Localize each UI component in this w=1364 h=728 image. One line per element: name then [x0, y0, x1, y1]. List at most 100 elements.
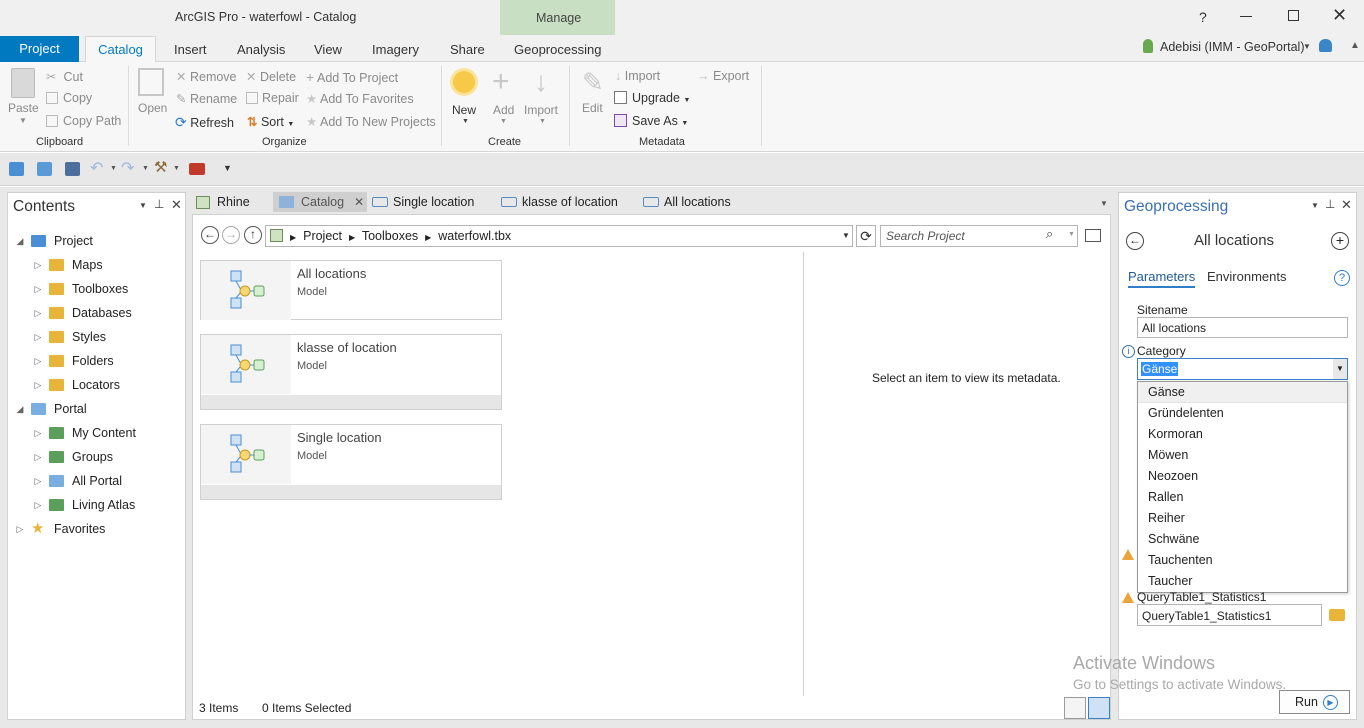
collapse-arrow-icon[interactable]: ▷ [33, 308, 43, 319]
notification-bell-icon[interactable] [1319, 39, 1332, 52]
user-dropdown-icon[interactable]: ▼ [1303, 42, 1311, 51]
undo-icon[interactable]: ↶ [90, 158, 103, 178]
info-icon[interactable]: i [1122, 345, 1135, 358]
forward-button[interactable]: → [222, 226, 240, 244]
tab-project[interactable]: Project [0, 36, 79, 62]
add-to-new-projects-button[interactable]: ★ Add To New Projects [306, 114, 436, 129]
category-option[interactable]: Tauchenten [1138, 550, 1347, 571]
open-project-icon[interactable] [37, 162, 52, 176]
run-button[interactable]: Run ▶ [1279, 690, 1350, 714]
tree-item-toolboxes[interactable]: ▷ Toolboxes [33, 278, 129, 300]
ribbon-collapse-icon[interactable]: ▲ [1350, 40, 1360, 51]
tab-insert[interactable]: Insert [174, 42, 207, 57]
new-project-icon[interactable] [9, 162, 24, 176]
maximize-button[interactable] [1288, 10, 1299, 21]
tree-item-locators[interactable]: ▷ Locators [33, 374, 120, 396]
tree-item-folders[interactable]: ▷ Folders [33, 350, 114, 372]
catalog-item-card[interactable]: Single location Model [200, 424, 502, 500]
tree-item-maps[interactable]: ▷ Maps [33, 254, 103, 276]
refresh-button[interactable]: ⟳ Refresh [175, 114, 234, 131]
collapse-arrow-icon[interactable]: ▷ [33, 284, 43, 295]
tree-item-databases[interactable]: ▷ Databases [33, 302, 132, 324]
view-tab-single-location[interactable]: Single location [372, 192, 474, 212]
tab-environments[interactable]: Environments [1207, 269, 1286, 284]
help-icon[interactable]: ? [1334, 270, 1350, 286]
redo-dropdown-icon[interactable]: ▼ [142, 165, 149, 172]
close-tab-icon[interactable]: ✕ [354, 195, 364, 209]
category-option[interactable]: Reiher [1138, 508, 1347, 529]
view-tab-rhine[interactable]: Rhine [196, 192, 250, 212]
collapse-arrow-icon[interactable]: ▷ [33, 452, 43, 463]
collapse-arrow-icon[interactable]: ▷ [33, 500, 43, 511]
undo-dropdown-icon[interactable]: ▼ [110, 165, 117, 172]
catalog-item-card[interactable]: klasse of location Model [200, 334, 502, 410]
add-button[interactable]: + Add ▼ [490, 66, 520, 128]
breadcrumb-project[interactable]: Project [303, 229, 342, 243]
customize-toolbar-icon[interactable]: ▼ [223, 163, 232, 173]
pane-menu-icon[interactable]: ▼ [1311, 201, 1319, 210]
category-option[interactable]: Möwen [1138, 445, 1347, 466]
hammer-dropdown-icon[interactable]: ▼ [173, 165, 180, 172]
tree-item-portal[interactable]: ◢ Portal [15, 398, 87, 420]
back-button[interactable]: ← [201, 226, 219, 244]
import-button[interactable]: ↓ Import ▼ [524, 66, 564, 128]
pane-menu-icon[interactable]: ▼ [139, 201, 147, 210]
save-as-button[interactable]: Save As ▼ [614, 114, 688, 128]
up-button[interactable]: ↑ [244, 226, 262, 244]
add-tool-button[interactable]: + [1331, 232, 1349, 250]
copy-button[interactable]: Copy [46, 91, 92, 105]
remove-button[interactable]: ✕ Remove [176, 69, 237, 84]
tab-geoprocessing[interactable]: Geoprocessing [514, 42, 601, 57]
collapse-arrow-icon[interactable]: ▷ [33, 260, 43, 271]
details-panel-toggle-icon[interactable] [1085, 229, 1101, 242]
tree-item-favorites[interactable]: ▷ ★ Favorites [15, 518, 106, 540]
breadcrumb-toolboxes[interactable]: Toolboxes [362, 229, 418, 243]
expand-arrow-icon[interactable]: ▷ [15, 524, 25, 535]
tree-item-styles[interactable]: ▷ Styles [33, 326, 107, 348]
tree-item-all-portal[interactable]: ▷ All Portal [33, 470, 123, 492]
pin-icon[interactable]: ⊥ [1325, 197, 1335, 211]
help-button[interactable]: ? [1199, 9, 1207, 25]
collapse-arrow-icon[interactable]: ▷ [33, 380, 43, 391]
category-option[interactable]: Taucher [1138, 571, 1347, 592]
repair-button[interactable]: Repair [246, 91, 299, 105]
tab-imagery[interactable]: Imagery [372, 42, 419, 57]
user-account[interactable]: Adebisi (IMM - GeoPortal) [1160, 40, 1304, 54]
breadcrumb-dropdown-icon[interactable]: ▼ [842, 231, 850, 240]
edit-metadata-button[interactable]: ✎ Edit [578, 66, 608, 126]
tile-view-button[interactable] [1088, 697, 1110, 719]
search-options-icon[interactable]: ▼ [1068, 231, 1075, 238]
category-option[interactable]: Gänse [1138, 382, 1347, 403]
list-view-button[interactable] [1064, 697, 1086, 719]
tab-share[interactable]: Share [450, 42, 485, 57]
collapse-arrow-icon[interactable]: ▷ [33, 476, 43, 487]
tab-parameters[interactable]: Parameters [1128, 269, 1196, 288]
export-metadata-button[interactable]: → Export [697, 69, 749, 83]
category-option[interactable]: Neozoen [1138, 466, 1347, 487]
rename-button[interactable]: ✎ Rename [176, 91, 237, 106]
search-icon[interactable]: ⌕ [1046, 226, 1053, 242]
tree-item-groups[interactable]: ▷ Groups [33, 446, 113, 468]
collapse-arrow-icon[interactable]: ▷ [33, 332, 43, 343]
open-button[interactable]: Open [135, 66, 171, 126]
close-pane-icon[interactable]: ✕ [1341, 197, 1352, 213]
tree-item-my-content[interactable]: ▷ My Content [33, 422, 136, 444]
expand-arrow-icon[interactable]: ◢ [15, 236, 25, 247]
add-to-project-button[interactable]: + Add To Project [306, 69, 398, 85]
browse-folder-icon[interactable] [1329, 609, 1345, 621]
output-table-field[interactable]: QueryTable1_Statistics1 [1137, 604, 1322, 626]
tab-analysis[interactable]: Analysis [237, 42, 285, 57]
new-button[interactable]: New ▼ [448, 66, 484, 128]
expand-arrow-icon[interactable]: ◢ [15, 404, 25, 415]
gp-back-button[interactable]: ← [1126, 232, 1144, 250]
category-dropdown-icon[interactable]: ▼ [1333, 359, 1347, 379]
collapse-arrow-icon[interactable]: ▷ [33, 356, 43, 367]
tree-item-project[interactable]: ◢ Project [15, 230, 93, 252]
sort-button[interactable]: ⇅ Sort ▼ [247, 114, 294, 129]
refresh-view-button[interactable]: ⟳ [856, 225, 876, 247]
paste-button[interactable]: Paste ▼ [6, 66, 40, 130]
category-option[interactable]: Kormoran [1138, 424, 1347, 445]
delete-button[interactable]: ✕ Delete [246, 69, 296, 84]
tree-item-living-atlas[interactable]: ▷ Living Atlas [33, 494, 136, 516]
redo-icon[interactable]: ↷ [121, 158, 134, 178]
